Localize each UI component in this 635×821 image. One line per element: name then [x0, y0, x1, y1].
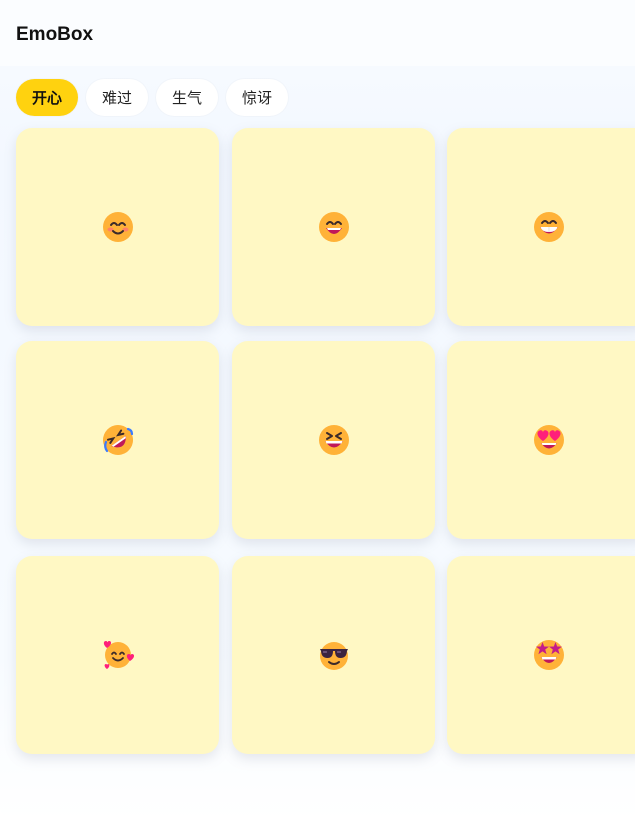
grinning-face-with-smiling-eyes-icon: [318, 212, 349, 242]
smiling-face-with-hearts-icon: [103, 641, 134, 669]
smiling-face-with-sunglasses-icon: [319, 642, 348, 670]
star-struck-icon: [533, 640, 564, 670]
beaming-face-with-smiling-eyes-icon: [533, 212, 564, 242]
tab-surprised[interactable]: 惊讶: [226, 79, 289, 116]
emoji-card[interactable]: [447, 128, 635, 326]
header: EmoBox: [0, 0, 635, 66]
tab-happy[interactable]: 开心: [16, 79, 79, 116]
tab-angry[interactable]: 生气: [156, 79, 219, 116]
emoji-card[interactable]: [232, 341, 435, 539]
emoji-card[interactable]: [447, 556, 635, 754]
emoji-card[interactable]: [16, 341, 219, 539]
emoji-card[interactable]: [16, 128, 219, 326]
emoji-card[interactable]: [447, 341, 635, 539]
tab-sad[interactable]: 难过: [86, 79, 149, 116]
smiling-face-with-heart-eyes-icon: [533, 425, 564, 455]
emoji-card[interactable]: [232, 556, 435, 754]
grinning-squinting-face-icon: [318, 425, 349, 455]
app-window: EmoBox 开心 难过 生气 惊讶: [0, 0, 635, 821]
app-title: EmoBox: [16, 24, 94, 45]
rolling-on-the-floor-laughing-icon: [102, 425, 133, 455]
emoji-card[interactable]: [16, 556, 219, 754]
smiling-face-with-smiling-eyes-icon: [102, 212, 133, 242]
category-tabs: 开心 难过 生气 惊讶: [16, 79, 289, 116]
emoji-card[interactable]: [232, 128, 435, 326]
